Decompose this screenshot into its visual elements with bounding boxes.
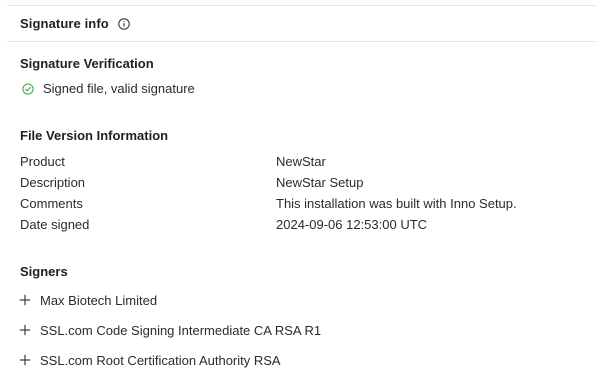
row-value: NewStar bbox=[276, 154, 326, 169]
signer-item[interactable]: SSL.com Code Signing Intermediate CA RSA… bbox=[19, 315, 596, 345]
row-value: 2024-09-06 12:53:00 UTC bbox=[276, 217, 428, 232]
file-version-row: Comments This installation was built wit… bbox=[20, 193, 596, 214]
signer-item[interactable]: Max Biotech Limited bbox=[19, 285, 596, 315]
signers-list: Max Biotech Limited SSL.com Code Signing… bbox=[19, 285, 596, 375]
file-version-section: File Version Information Product NewStar… bbox=[20, 128, 596, 235]
signature-verification-section: Signature Verification Signed file, vali… bbox=[20, 56, 596, 96]
verification-status: Signed file, valid signature bbox=[20, 81, 596, 96]
file-version-row: Description NewStar Setup bbox=[20, 172, 596, 193]
file-version-row: Product NewStar bbox=[20, 151, 596, 172]
signature-info-card: Signature info Signature Verification Si… bbox=[7, 5, 596, 381]
row-key: Date signed bbox=[20, 217, 90, 232]
signer-label: SSL.com Root Certification Authority RSA bbox=[40, 352, 281, 368]
file-version-table: Product NewStar Description NewStar Setu… bbox=[20, 151, 596, 235]
row-key: Product bbox=[20, 154, 65, 169]
section-title-file-version: File Version Information bbox=[20, 128, 169, 143]
info-circle-icon[interactable] bbox=[117, 17, 131, 31]
row-value: This installation was built with Inno Se… bbox=[276, 196, 517, 211]
signers-section: Signers Max Biotech Limited SSL.com Code… bbox=[19, 264, 596, 375]
row-value: NewStar Setup bbox=[276, 175, 364, 190]
plus-icon[interactable] bbox=[19, 354, 31, 366]
row-key: Description bbox=[20, 175, 86, 190]
section-title-verification: Signature Verification bbox=[20, 56, 154, 71]
verification-status-text: Signed file, valid signature bbox=[43, 81, 195, 96]
card-header: Signature info bbox=[7, 6, 596, 42]
card-title: Signature info bbox=[20, 16, 109, 31]
signer-item[interactable]: SSL.com Root Certification Authority RSA bbox=[19, 345, 596, 375]
section-title-signers: Signers bbox=[20, 264, 68, 279]
file-version-row: Date signed 2024-09-06 12:53:00 UTC bbox=[20, 214, 596, 235]
signer-label: Max Biotech Limited bbox=[40, 292, 158, 308]
plus-icon[interactable] bbox=[19, 294, 31, 306]
row-key: Comments bbox=[20, 196, 83, 211]
signer-label: SSL.com Code Signing Intermediate CA RSA… bbox=[40, 322, 322, 338]
plus-icon[interactable] bbox=[19, 324, 31, 336]
check-circle-icon bbox=[22, 82, 34, 95]
